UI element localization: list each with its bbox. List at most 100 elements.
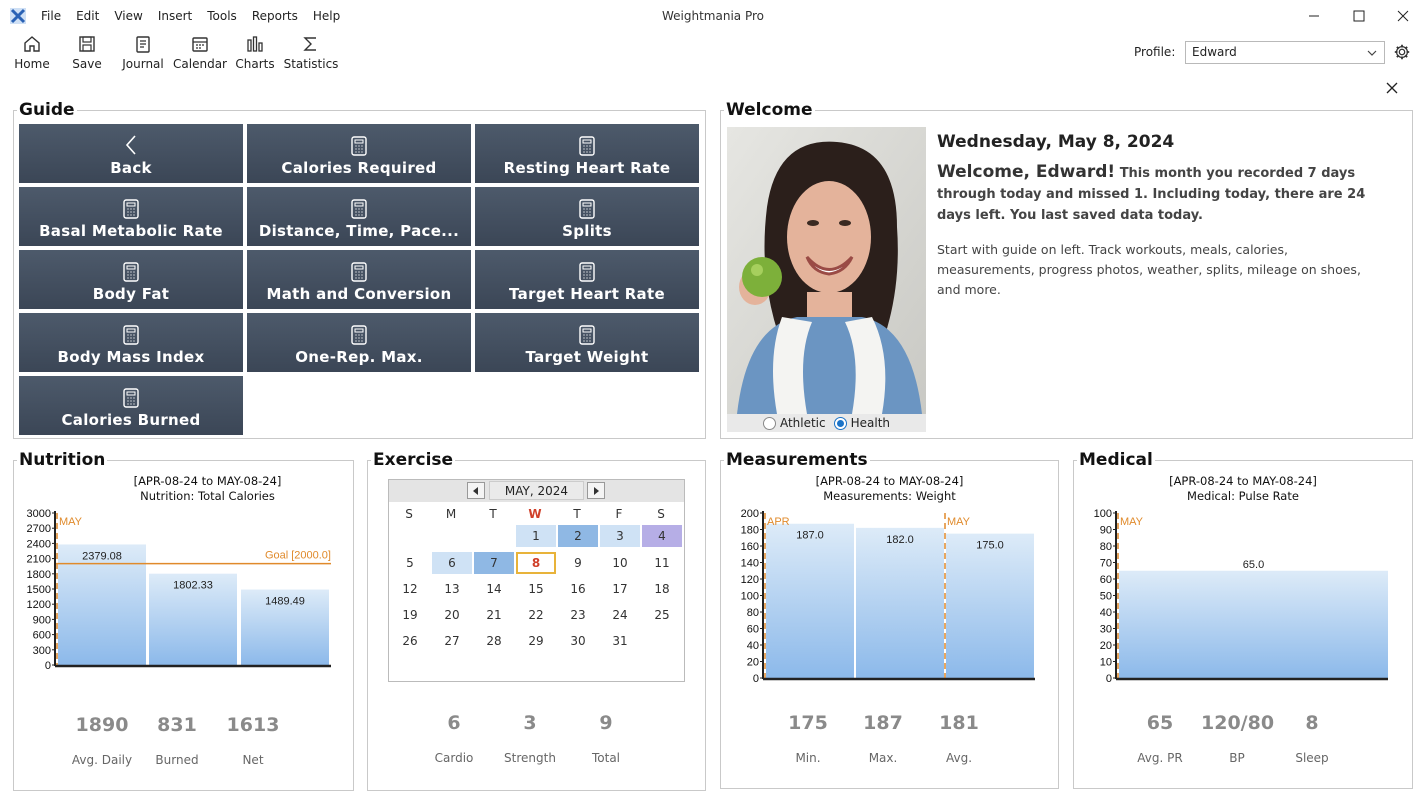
guide-tile[interactable]: Target Weight bbox=[475, 313, 699, 372]
toolbar-calendar-button[interactable]: Calendar bbox=[173, 34, 227, 71]
calendar-day[interactable]: 7 bbox=[474, 552, 514, 574]
guide-tile[interactable]: Basal Metabolic Rate bbox=[19, 187, 243, 246]
minimize-icon bbox=[1309, 15, 1319, 17]
calculator-icon bbox=[351, 262, 367, 282]
guide-tile-label: Body Fat bbox=[92, 285, 170, 303]
y-tick-label: 120 bbox=[741, 574, 759, 586]
calendar-day[interactable]: 20 bbox=[432, 604, 472, 626]
calendar-day[interactable]: 29 bbox=[516, 630, 556, 652]
guide-tile[interactable]: Distance, Time, Pace... bbox=[247, 187, 471, 246]
triangle-right-icon bbox=[594, 486, 599, 495]
welcome-title: Welcome bbox=[724, 100, 815, 120]
calendar-day[interactable]: 3 bbox=[600, 525, 640, 547]
calendar-day[interactable]: 15 bbox=[516, 578, 556, 600]
measurements-stat-value: 175 bbox=[788, 712, 828, 734]
gear-icon[interactable] bbox=[1393, 43, 1411, 61]
calendar-day[interactable]: 8 bbox=[516, 552, 556, 574]
calendar-day[interactable]: 19 bbox=[390, 604, 430, 626]
guide-tile-label: Calories Required bbox=[281, 159, 437, 177]
close-guide-icon[interactable] bbox=[1384, 80, 1400, 96]
calendar-day[interactable]: 6 bbox=[432, 552, 472, 574]
maximize-button[interactable] bbox=[1336, 0, 1382, 32]
nutrition-stat-value: 831 bbox=[157, 714, 197, 736]
close-window-button[interactable] bbox=[1380, 0, 1426, 32]
photo-mode-radio-group: Athletic Health bbox=[727, 414, 926, 432]
calendar-prev-button[interactable] bbox=[467, 482, 485, 499]
calendar-day[interactable]: 26 bbox=[390, 630, 430, 652]
minimize-button[interactable] bbox=[1291, 0, 1337, 32]
maximize-icon bbox=[1353, 10, 1365, 22]
measurements-subtitle: Measurements: Weight bbox=[823, 489, 956, 503]
calendar-day[interactable]: 16 bbox=[558, 578, 598, 600]
guide-tile[interactable]: Splits bbox=[475, 187, 699, 246]
exercise-stat-value: 6 bbox=[447, 712, 461, 734]
calendar-day[interactable]: 4 bbox=[642, 525, 682, 547]
calendar-day[interactable]: 27 bbox=[432, 630, 472, 652]
y-tick-label: 3000 bbox=[27, 508, 51, 520]
calendar-day[interactable]: 28 bbox=[474, 630, 514, 652]
calendar-day[interactable]: 22 bbox=[516, 604, 556, 626]
y-tick-label: 20 bbox=[747, 657, 759, 669]
health-radio[interactable]: Health bbox=[833, 416, 890, 430]
month-marker-label: APR bbox=[767, 516, 790, 528]
measurements-title: Measurements bbox=[724, 450, 870, 470]
calendar-day[interactable]: 25 bbox=[642, 604, 682, 626]
medical-stat-value: 8 bbox=[1305, 712, 1319, 734]
y-tick-label: 80 bbox=[1100, 541, 1112, 553]
bar-value-label: 2379.08 bbox=[82, 550, 122, 562]
guide-tile[interactable]: Math and Conversion bbox=[247, 250, 471, 309]
medical-stat-value: 120/80 bbox=[1201, 712, 1275, 734]
y-tick-label: 20 bbox=[1100, 640, 1112, 652]
profile-select[interactable]: Edward bbox=[1185, 41, 1385, 64]
toolbar-save-button[interactable]: Save bbox=[72, 34, 102, 71]
calendar-weekday: S bbox=[657, 507, 665, 521]
toolbar-charts-label: Charts bbox=[235, 57, 275, 71]
toolbar-journal-button[interactable]: Journal bbox=[122, 34, 164, 71]
guide-tile[interactable]: Target Heart Rate bbox=[475, 250, 699, 309]
month-marker-label: MAY bbox=[947, 516, 971, 528]
measurements-stat-label: Min. bbox=[795, 751, 821, 765]
toolbar-home-button[interactable]: Home bbox=[14, 34, 50, 71]
guide-tile[interactable]: Resting Heart Rate bbox=[475, 124, 699, 183]
guide-tile[interactable]: Calories Burned bbox=[19, 376, 243, 435]
y-tick-label: 200 bbox=[741, 508, 759, 520]
calculator-icon bbox=[123, 325, 139, 345]
calendar-day[interactable]: 31 bbox=[600, 630, 640, 652]
calendar-weekday: M bbox=[445, 507, 457, 521]
calendar-day[interactable]: 21 bbox=[474, 604, 514, 626]
nutrition-subtitle: Nutrition: Total Calories bbox=[140, 489, 275, 503]
profile-value: Edward bbox=[1192, 45, 1237, 59]
athletic-radio[interactable]: Athletic bbox=[762, 416, 826, 430]
calendar-day[interactable]: 12 bbox=[390, 578, 430, 600]
calendar-weekday: F bbox=[615, 507, 623, 521]
calendar-day[interactable]: 17 bbox=[600, 578, 640, 600]
calendar-day[interactable]: 18 bbox=[642, 578, 682, 600]
toolbar-statistics-button[interactable]: Statistics bbox=[283, 34, 339, 71]
calendar-day[interactable]: 13 bbox=[432, 578, 472, 600]
calendar-day[interactable]: 2 bbox=[558, 525, 598, 547]
calendar-day[interactable]: 14 bbox=[474, 578, 514, 600]
calendar-day[interactable]: 1 bbox=[516, 525, 556, 547]
guide-tile[interactable]: Body Mass Index bbox=[19, 313, 243, 372]
window-title: Weightmania Pro bbox=[662, 9, 764, 23]
calendar-next-button[interactable] bbox=[587, 482, 605, 499]
toolbar-charts-button[interactable]: Charts bbox=[235, 34, 275, 71]
toolbar-statistics-label: Statistics bbox=[283, 57, 339, 71]
calendar-day[interactable]: 5 bbox=[390, 552, 430, 574]
guide-tile[interactable]: Calories Required bbox=[247, 124, 471, 183]
guide-tile[interactable]: Back bbox=[19, 124, 243, 183]
calendar-day[interactable]: 11 bbox=[642, 552, 682, 574]
calendar-day[interactable]: 30 bbox=[558, 630, 598, 652]
welcome-message: Welcome, Edward! This month you recorded… bbox=[937, 162, 1387, 226]
y-tick-label: 2700 bbox=[27, 523, 51, 535]
medical-title: Medical bbox=[1077, 450, 1155, 470]
calendar-day[interactable]: 10 bbox=[600, 552, 640, 574]
profile-photo bbox=[727, 127, 926, 414]
calendar-day[interactable]: 23 bbox=[558, 604, 598, 626]
y-tick-label: 100 bbox=[1094, 508, 1112, 520]
guide-tile[interactable]: Body Fat bbox=[19, 250, 243, 309]
exercise-stat-value: 9 bbox=[599, 712, 613, 734]
guide-tile[interactable]: One-Rep. Max. bbox=[247, 313, 471, 372]
calendar-day[interactable]: 9 bbox=[558, 552, 598, 574]
calendar-day[interactable]: 24 bbox=[600, 604, 640, 626]
